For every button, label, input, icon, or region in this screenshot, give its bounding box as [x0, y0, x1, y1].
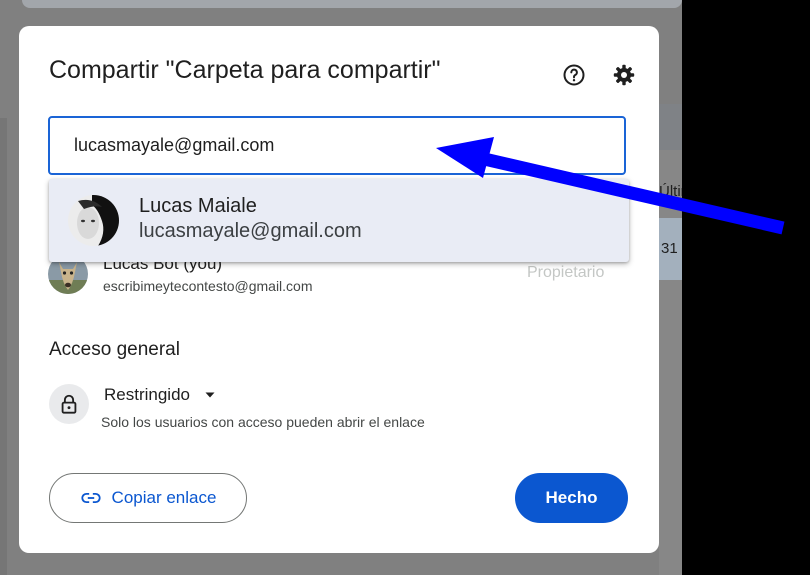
share-dialog: Compartir "Carpeta para compartir" lucas… [19, 26, 659, 553]
done-button-label: Hecho [545, 488, 598, 507]
gear-icon [613, 64, 635, 86]
suggestion-item[interactable]: Lucas Maiale lucasmayale@gmail.com [49, 179, 629, 262]
access-level-dropdown[interactable]: Restringido [104, 383, 216, 407]
background-column-header: Últim [659, 183, 682, 200]
access-description: Solo los usuarios con acceso pueden abri… [101, 414, 425, 430]
help-circle-icon [563, 64, 585, 86]
background-top-bar [22, 0, 682, 8]
help-button[interactable] [559, 60, 589, 90]
suggestion-email: lucasmayale@gmail.com [139, 220, 362, 242]
suggestion-avatar [68, 195, 119, 246]
background-selected-row: 31 [659, 218, 682, 280]
background-file-list [659, 104, 682, 575]
link-icon [80, 492, 101, 504]
access-level-value: Restringido [104, 385, 190, 404]
general-access-heading: Acceso general [49, 339, 180, 360]
caret-down-icon [205, 392, 215, 398]
suggestion-name: Lucas Maiale [139, 195, 257, 217]
settings-button[interactable] [609, 60, 639, 90]
owner-role: Propietario [527, 264, 605, 281]
add-people-input[interactable] [48, 116, 626, 175]
background-left-strip [0, 118, 7, 575]
background-file-list-header [659, 104, 682, 150]
copy-link-button[interactable]: Copiar enlace [49, 473, 247, 523]
background-row-date: 31 [661, 240, 678, 257]
owner-email: escribimeytecontesto@gmail.com [103, 278, 313, 294]
copy-link-label: Copiar enlace [111, 488, 217, 507]
black-margin [682, 0, 810, 575]
done-button[interactable]: Hecho [515, 473, 628, 523]
access-lock-badge [49, 384, 89, 424]
lock-icon [61, 394, 77, 414]
dialog-title: Compartir "Carpeta para compartir" [49, 56, 441, 84]
